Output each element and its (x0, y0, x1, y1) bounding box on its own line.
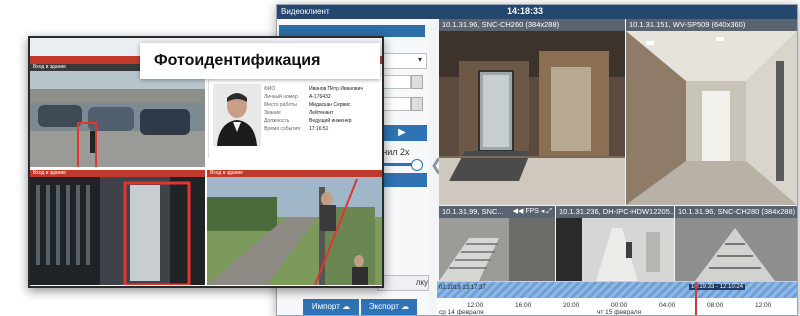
field-value: 17:16:51 (309, 126, 329, 132)
camera-title-text: 10.1.31.99, SNC... (442, 207, 504, 216)
timeline-day: ср 14 февраля (439, 309, 484, 316)
fps-control[interactable]: ◀◀ FPS ◂ ⤢ (513, 206, 552, 218)
camera-title: 10.1.31.96, SNC-CH280 (384x288) (675, 206, 797, 218)
corridor-camera-frame (626, 31, 797, 205)
app-title: Видеоклиент (281, 7, 330, 16)
camera-tile[interactable]: 10.1.31.236, DH-IPC-HDW12205... (556, 206, 674, 281)
title-bar: Видеоклиент 14:18:33 (277, 5, 797, 19)
outdoor-camera-frame (207, 177, 382, 285)
selected-range: 10:19:33 - 12:10:24 (689, 284, 746, 290)
camera-title: 10.1.31.96, SNC-CH260 (384x288) (439, 19, 625, 31)
export-label: Экспорт (368, 302, 399, 311)
person-photo (213, 84, 261, 146)
cloud-upload-icon: ☁ (342, 302, 351, 311)
play-button[interactable]: ▶ (377, 125, 427, 141)
field-label: ФИО (264, 86, 276, 92)
timeline-start: 02.2019 13:17:37 (439, 285, 486, 291)
archive-timeline[interactable]: 02.2019 13:17:37 10:19:33 - 12:10:24 12:… (437, 281, 797, 316)
gate-camera-frame (30, 177, 205, 285)
window-title: Фотоидентификация (154, 52, 321, 69)
outdoor-camera-pane[interactable]: Вход в здание (207, 170, 382, 286)
timeline-tick: 04:00 (659, 302, 676, 309)
cloud-download-icon: ☁ (401, 302, 410, 311)
photo-id-window: Вход в здание Вход в здание ФИО Иванов П… (28, 36, 384, 288)
pane-label: Вход в здание (207, 170, 382, 177)
parking-camera-frame (30, 71, 205, 167)
field-label: Звание (264, 110, 281, 116)
timeline-day: чт 15 февраля (597, 309, 642, 316)
timeline-tick: 16:00 (515, 302, 532, 309)
timeline-tick: 20:00 (563, 302, 580, 309)
import-button[interactable]: Импорт ☁ (303, 299, 359, 315)
stairwell-camera-frame (675, 218, 797, 281)
camera-select[interactable]: ▾ (377, 53, 427, 69)
person-card: ФИО Иванов Пётр Иванович Личный номер А-… (208, 78, 381, 158)
camera-tile[interactable]: 10.1.31.151, WV-SP509 (640x360) (626, 19, 797, 205)
camera-tile[interactable]: 10.1.31.96, SNC-CH260 (384x288) (439, 19, 625, 205)
play-icon: ▶ (398, 127, 406, 138)
playback-cursor[interactable] (695, 282, 697, 315)
field-value: Ведущий инженер (309, 118, 352, 124)
field-label: Личный номер (264, 94, 298, 100)
camera-tile[interactable]: 10.1.31.96, SNC-CH280 (384x288) (675, 206, 797, 281)
camera-tile[interactable]: 10.1.31.99, SNC... ◀◀ FPS ◂ ⤢ (439, 206, 555, 281)
pane-label: Вход в здание (30, 170, 205, 177)
date-to-picker-icon[interactable] (411, 97, 423, 111)
date-from-picker-icon[interactable] (411, 75, 423, 89)
field-value: Лейтенант (309, 110, 334, 116)
fullscreen-icon[interactable]: ⤢ (546, 208, 552, 215)
import-label: Импорт (311, 302, 340, 311)
timeline-tick: 12:00 (755, 302, 772, 309)
fps-label: FPS (525, 208, 539, 215)
stairs-camera-frame (439, 218, 555, 281)
timeline-tick: 12:00 (467, 302, 484, 309)
export-button[interactable]: Экспорт ☁ (361, 299, 417, 315)
slider-handle[interactable] (411, 159, 423, 171)
chevron-down-icon: ▾ (417, 55, 422, 64)
clear-button[interactable]: лку (377, 275, 429, 291)
apply-button[interactable] (377, 173, 427, 187)
title-callout: Фотоидентификация (140, 43, 380, 79)
gate-camera-pane[interactable]: Вход в здание (30, 170, 205, 286)
volume-icon[interactable]: ◂ (541, 208, 545, 215)
lobby-camera-frame (439, 31, 625, 205)
field-value: А-176432 (309, 94, 331, 100)
field-label: Должность (264, 118, 290, 124)
parking-camera-pane[interactable] (30, 71, 205, 167)
camera-title: 10.1.31.151, WV-SP509 (640x360) (626, 19, 797, 31)
camera-title: 10.1.31.236, DH-IPC-HDW12205... (556, 206, 674, 218)
timeline-tick: 08:00 (707, 302, 724, 309)
rewind-icon[interactable]: ◀◀ (513, 208, 524, 215)
field-label: Время события (264, 126, 301, 132)
camera-title: 10.1.31.99, SNC... ◀◀ FPS ◂ ⤢ (439, 206, 555, 218)
timeline-tick: 00:00 (611, 302, 628, 309)
field-value: Иванов Пётр Иванович (309, 86, 363, 92)
hallway-camera-frame (556, 218, 674, 281)
field-label: Место работы (264, 102, 297, 108)
clock: 14:18:33 (507, 6, 544, 16)
field-value: Мидаскан Сервис (309, 102, 351, 108)
